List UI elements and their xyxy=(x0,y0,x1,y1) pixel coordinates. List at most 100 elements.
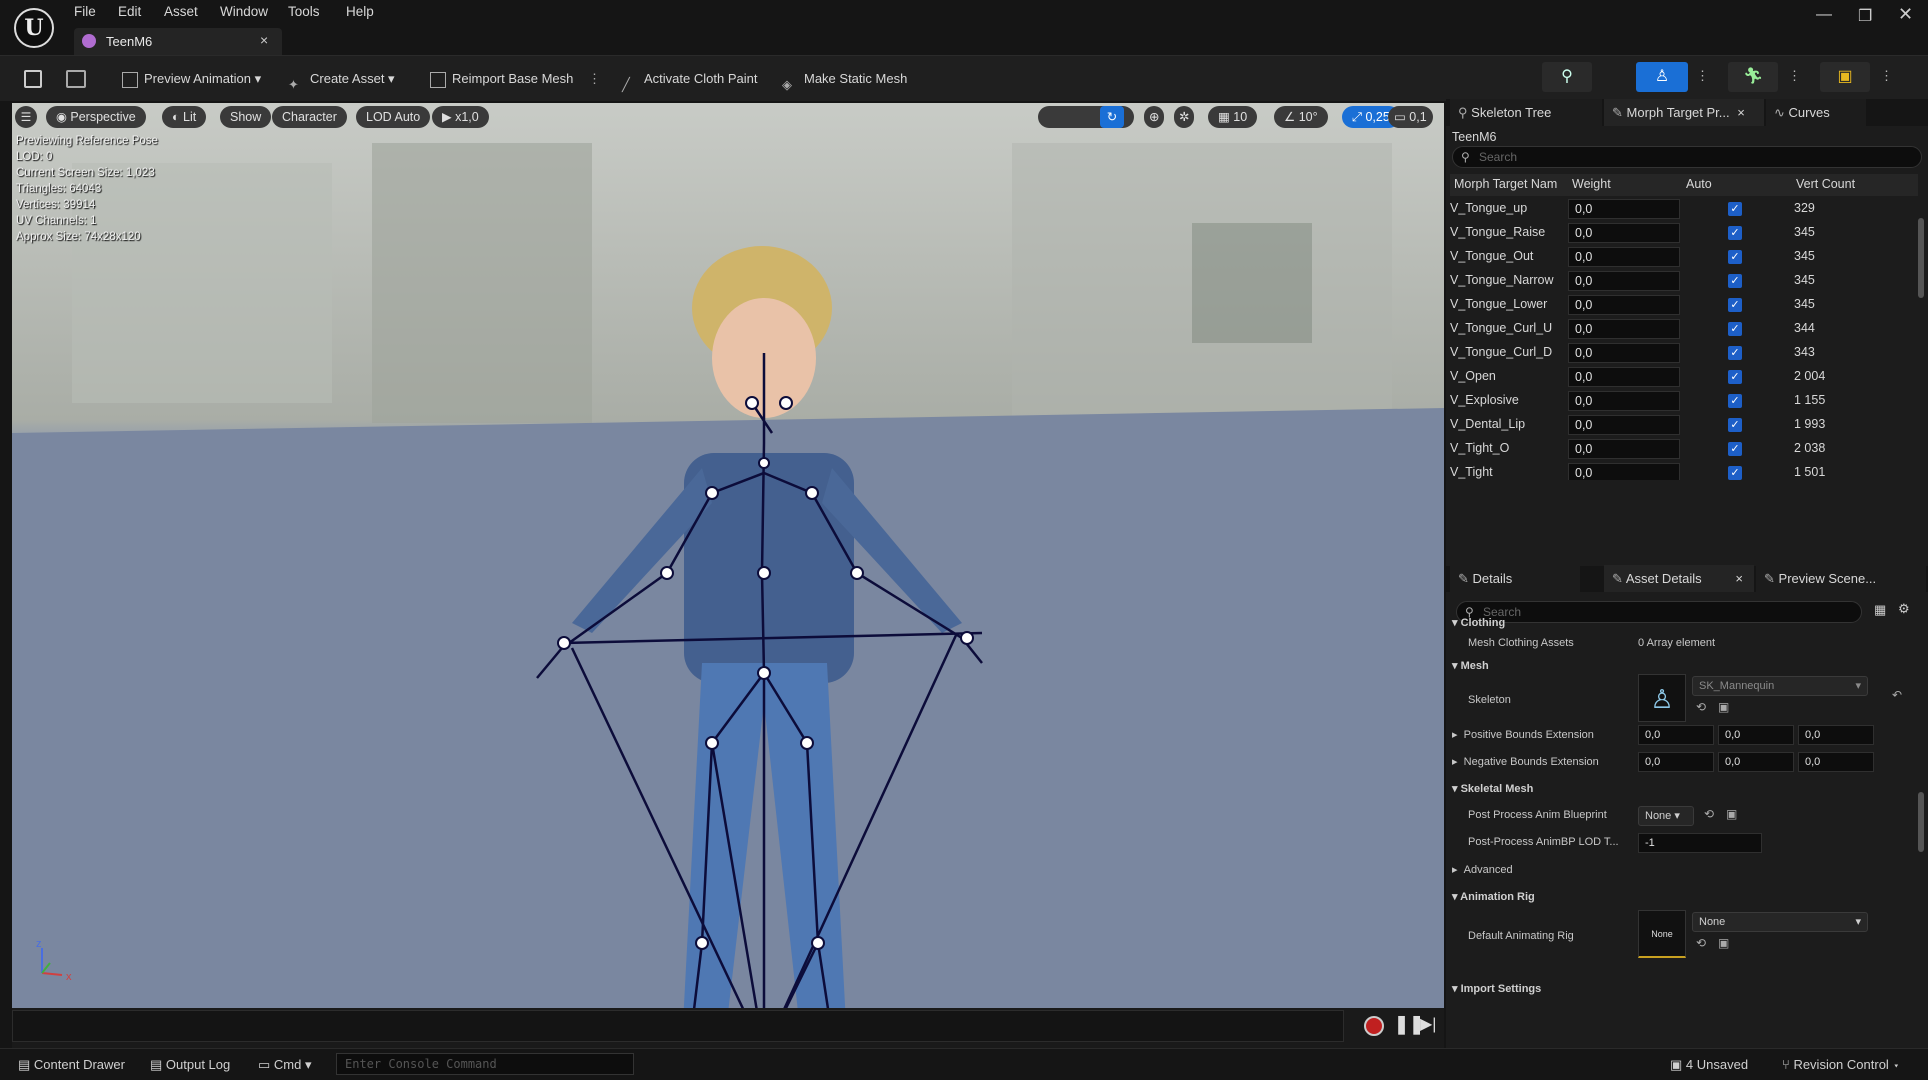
tab-preview-scene[interactable]: ✎ Preview Scene... xyxy=(1756,565,1926,592)
morph-search-input[interactable]: ⚲ Search xyxy=(1452,146,1922,168)
cmd-dropdown[interactable]: ▭ Cmd ▾ xyxy=(258,1057,312,1073)
blueprint-mode-icon[interactable]: ▣ xyxy=(1820,62,1870,92)
morph-target-row[interactable]: V_Tongue_Raise 0,0 ✓ 345 xyxy=(1446,221,1914,245)
col-auto[interactable]: Auto xyxy=(1686,177,1712,191)
section-skeletal-mesh[interactable]: ▾ Skeletal Mesh xyxy=(1452,782,1912,795)
rig-browse-icon[interactable]: ▣ xyxy=(1718,936,1729,950)
tab-details[interactable]: ✎ Details xyxy=(1450,565,1580,592)
camera-speed-button[interactable]: ▭ 0,1 xyxy=(1388,106,1433,128)
skeleton-mode-icon[interactable]: ⚲ xyxy=(1542,62,1592,92)
menu-tools[interactable]: Tools xyxy=(288,4,320,19)
morph-target-row[interactable]: V_Tongue_Lower 0,0 ✓ 345 xyxy=(1446,293,1914,317)
menu-edit[interactable]: Edit xyxy=(118,4,141,19)
lod-button[interactable]: LOD Auto xyxy=(356,106,431,128)
col-morph-name[interactable]: Morph Target Nam xyxy=(1454,177,1566,191)
preview-animation-button[interactable]: Preview Animation ▾ xyxy=(122,66,261,92)
animation-mode-icon[interactable]: 🏃︎ xyxy=(1728,62,1778,92)
pp-browse-icon[interactable]: ▣ xyxy=(1726,807,1737,821)
perspective-button[interactable]: ◉ Perspective xyxy=(46,106,146,128)
auto-checkbox[interactable]: ✓ xyxy=(1728,394,1742,408)
more-options-icon[interactable]: ⋮ xyxy=(588,66,601,92)
morph-target-row[interactable]: V_Dental_Lip 0,0 ✓ 1 993 xyxy=(1446,413,1914,437)
morph-target-row[interactable]: V_Tongue_Curl_U 0,0 ✓ 344 xyxy=(1446,317,1914,341)
mesh-mode-icon[interactable]: ♙ xyxy=(1636,62,1688,92)
advanced-row[interactable]: ▸ Advanced xyxy=(1452,863,1912,876)
auto-checkbox[interactable]: ✓ xyxy=(1728,298,1742,312)
make-static-mesh-button[interactable]: ◈ Make Static Mesh xyxy=(782,66,907,92)
mesh-mode-menu-icon[interactable]: ⋮ xyxy=(1696,68,1709,84)
neg-bounds-y[interactable]: 0,0 xyxy=(1718,752,1794,772)
morph-target-row[interactable]: V_Tongue_Out 0,0 ✓ 345 xyxy=(1446,245,1914,269)
pp-blueprint-dropdown[interactable]: None ▾ xyxy=(1638,806,1694,826)
browse-asset-icon[interactable] xyxy=(66,70,86,88)
document-tab[interactable]: TeenM6 × xyxy=(74,28,282,55)
minimize-icon[interactable]: — xyxy=(1816,6,1832,24)
pos-bounds-y[interactable]: 0,0 xyxy=(1718,725,1794,745)
create-asset-button[interactable]: ✦ Create Asset ▾ xyxy=(288,66,395,92)
morph-scrollbar[interactable] xyxy=(1918,218,1924,298)
morph-target-row[interactable]: V_Tongue_Curl_D 0,0 ✓ 343 xyxy=(1446,341,1914,365)
close-tab-icon[interactable]: × xyxy=(260,32,268,48)
morph-weight-input[interactable]: 0,0 xyxy=(1568,367,1680,387)
lit-button[interactable]: ◐ Lit xyxy=(162,106,207,128)
morph-weight-input[interactable]: 0,0 xyxy=(1568,343,1680,363)
morph-target-row[interactable]: V_Tight 0,0 ✓ 1 501 xyxy=(1446,461,1914,480)
section-import-settings[interactable]: ▾ Import Settings xyxy=(1452,982,1912,995)
section-mesh[interactable]: ▾ Mesh xyxy=(1452,659,1912,672)
morph-target-row[interactable]: V_Open 0,0 ✓ 2 004 xyxy=(1446,365,1914,389)
col-weight[interactable]: Weight xyxy=(1572,177,1611,191)
viewport-menu-icon[interactable]: ☰ xyxy=(15,106,37,128)
morph-target-row[interactable]: V_Tongue_up 0,0 ✓ 329 xyxy=(1446,197,1914,221)
tab-skeleton-tree[interactable]: ⚲ Skeleton Tree xyxy=(1450,99,1602,126)
section-clothing[interactable]: ▾ Clothing xyxy=(1452,616,1912,629)
preview-viewport[interactable]: z x ☰ ◉ Perspective ◐ Lit Show Character… xyxy=(12,103,1444,1008)
morph-weight-input[interactable]: 0,0 xyxy=(1568,247,1680,267)
revision-control-button[interactable]: ⑂ Revision Control ▾ xyxy=(1782,1057,1900,1072)
grid-snap-button[interactable]: ▦ 10 xyxy=(1208,106,1258,128)
rig-use-selected-icon[interactable]: ⟲ xyxy=(1696,936,1706,950)
details-scrollbar[interactable] xyxy=(1918,792,1924,852)
skeleton-picker[interactable]: SK_Mannequin ▾ xyxy=(1692,676,1868,696)
tab-asset-details[interactable]: ✎ Asset Details × xyxy=(1604,565,1754,592)
pp-use-selected-icon[interactable]: ⟲ xyxy=(1704,807,1714,821)
neg-bounds-z[interactable]: 0,0 xyxy=(1798,752,1874,772)
activate-cloth-paint-button[interactable]: ╱ Activate Cloth Paint xyxy=(622,66,757,92)
auto-checkbox[interactable]: ✓ xyxy=(1728,226,1742,240)
default-rig-thumbnail[interactable]: None xyxy=(1638,910,1686,958)
auto-checkbox[interactable]: ✓ xyxy=(1728,202,1742,216)
morph-target-row[interactable]: V_Explosive 0,0 ✓ 1 155 xyxy=(1446,389,1914,413)
morph-weight-input[interactable]: 0,0 xyxy=(1568,415,1680,435)
surface-snap-icon[interactable]: ✲ xyxy=(1174,106,1195,128)
reimport-base-mesh-button[interactable]: Reimport Base Mesh xyxy=(430,66,573,92)
morph-target-row[interactable]: V_Tight_O 0,0 ✓ 2 038 xyxy=(1446,437,1914,461)
skeleton-thumbnail[interactable]: ♙ xyxy=(1638,674,1686,722)
content-drawer-button[interactable]: ▤ Content Drawer xyxy=(18,1057,125,1073)
morph-weight-input[interactable]: 0,0 xyxy=(1568,271,1680,291)
auto-checkbox[interactable]: ✓ xyxy=(1728,322,1742,336)
morph-weight-input[interactable]: 0,0 xyxy=(1568,391,1680,411)
default-rig-dropdown[interactable]: None ▾ xyxy=(1692,912,1868,932)
pos-bounds-x[interactable]: 0,0 xyxy=(1638,725,1714,745)
morph-weight-input[interactable]: 0,0 xyxy=(1568,223,1680,243)
character-button[interactable]: Character xyxy=(272,106,347,128)
pos-bounds-z[interactable]: 0,0 xyxy=(1798,725,1874,745)
morph-weight-input[interactable]: 0,0 xyxy=(1568,199,1680,219)
output-log-button[interactable]: ▤ Output Log xyxy=(150,1057,230,1073)
playback-speed-button[interactable]: ▶ x1,0 xyxy=(432,106,489,128)
auto-checkbox[interactable]: ✓ xyxy=(1728,370,1742,384)
pp-lod-input[interactable]: -1 xyxy=(1638,833,1762,853)
rotation-snap-button[interactable]: ∠ 10° xyxy=(1274,106,1328,128)
record-icon[interactable] xyxy=(1364,1016,1384,1036)
neg-bounds-x[interactable]: 0,0 xyxy=(1638,752,1714,772)
step-forward-icon[interactable]: ▶| xyxy=(1420,1014,1436,1034)
morph-weight-input[interactable]: 0,0 xyxy=(1568,319,1680,339)
close-morph-tab-icon[interactable]: × xyxy=(1737,105,1745,120)
section-animation-rig[interactable]: ▾ Animation Rig xyxy=(1452,890,1912,903)
auto-checkbox[interactable]: ✓ xyxy=(1728,442,1742,456)
blueprint-mode-menu-icon[interactable]: ⋮ xyxy=(1880,68,1893,84)
menu-file[interactable]: File xyxy=(74,4,96,19)
animation-mode-menu-icon[interactable]: ⋮ xyxy=(1788,68,1801,84)
unsaved-button[interactable]: ▣ 4 Unsaved xyxy=(1670,1057,1748,1073)
auto-checkbox[interactable]: ✓ xyxy=(1728,274,1742,288)
transform-tools[interactable]: ↻ xyxy=(1038,106,1134,128)
